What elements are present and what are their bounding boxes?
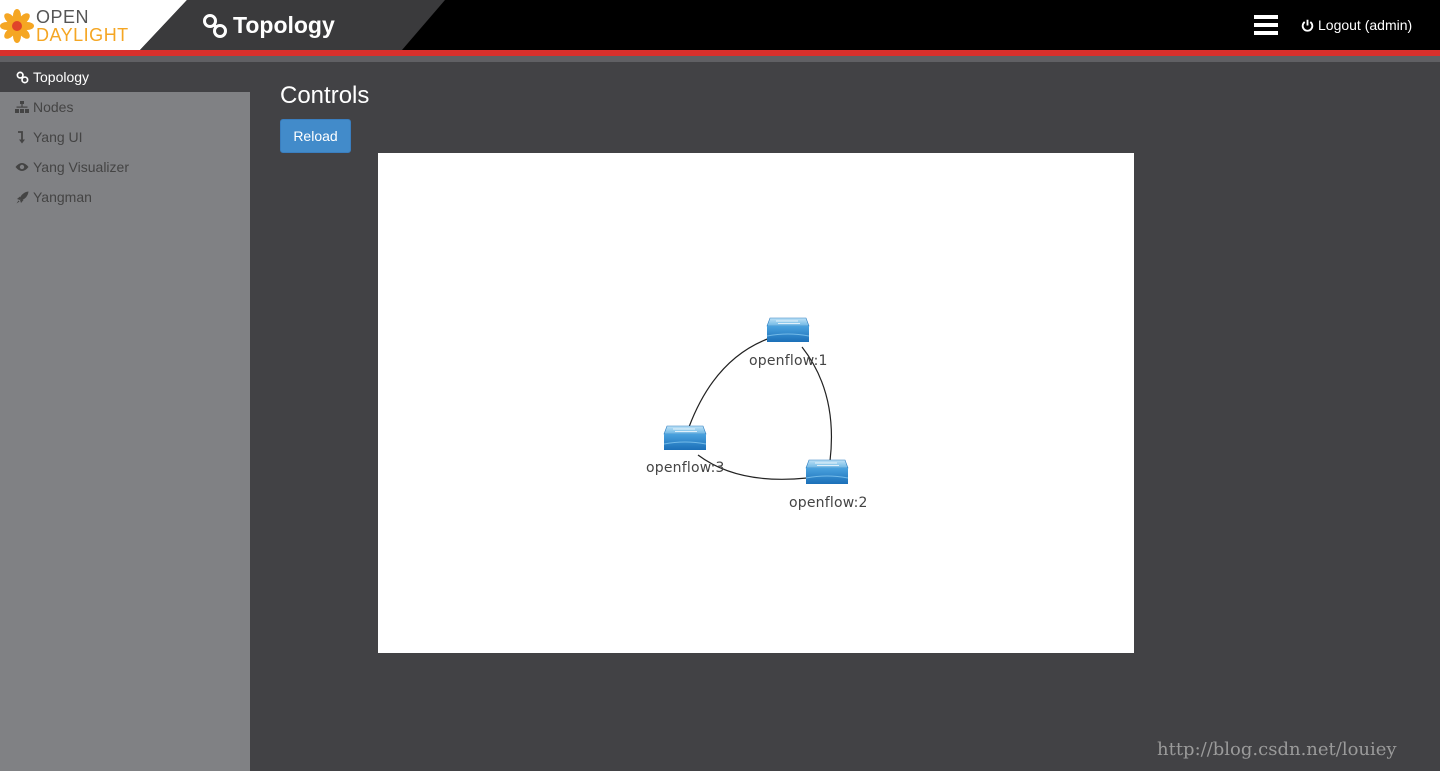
hamburger-bar [1254,31,1278,35]
logout-button[interactable]: Logout (admin) [1301,17,1412,33]
sidebar-item-nodes[interactable]: Nodes [0,92,250,122]
sidebar-item-yang-visualizer[interactable]: Yang Visualizer [0,152,250,182]
switch-openflow-3-icon[interactable] [663,425,707,451]
sidebar-item-label: Nodes [33,99,74,115]
logo-line-daylight: DAYLIGHT [36,25,129,45]
menu-toggle-button[interactable] [1254,15,1278,35]
reload-button[interactable]: Reload [280,119,351,153]
node-label-openflow-3: openflow:3 [646,460,725,476]
page-title-banner: Topology [140,0,445,50]
top-navbar: OPEN DAYLIGHT Topology Logout (admin) [0,0,1440,50]
power-icon [1301,19,1314,32]
sidebar-item-label: Yangman [33,189,92,205]
page-title: Topology [233,12,335,38]
hamburger-bar [1254,15,1278,19]
node-label-openflow-2: openflow:2 [789,495,868,511]
sidebar-item-topology[interactable]: Topology [0,62,250,92]
topology-graph [663,317,849,485]
topology-link-icon [203,14,227,38]
topology-canvas[interactable]: openflow:1 openflow:2 openflow:3 [378,153,1134,653]
watermark-url: http://blog.csdn.net/louiey [1157,739,1397,760]
hamburger-bar [1254,23,1278,27]
eye-icon [15,160,29,174]
link-openflow-1-openflow-3 [688,337,771,428]
logout-label: Logout (admin) [1318,17,1413,33]
switch-openflow-2-icon[interactable] [805,459,849,485]
link-icon [15,70,29,84]
node-label-openflow-1: openflow:1 [749,353,828,369]
logo-line-open: OPEN [36,7,90,27]
sidebar-item-label: Topology [33,69,90,85]
sidebar-item-yangman[interactable]: Yangman [0,182,250,212]
logo-text: OPEN DAYLIGHT [36,8,129,44]
rocket-icon [15,190,29,204]
sitemap-icon [15,100,29,114]
sidebar-item-yang-ui[interactable]: Yang UI [0,122,250,152]
sidebar-item-label: Yang Visualizer [33,159,129,175]
switch-openflow-1-icon[interactable] [766,317,810,343]
controls-heading: Controls [280,82,370,109]
level-down-icon [15,130,29,144]
sidebar-item-label: Yang UI [33,129,83,145]
daylight-flower-icon [0,9,34,43]
sidebar: Topology Nodes Yang UI Yang Visualizer Y… [0,62,250,771]
